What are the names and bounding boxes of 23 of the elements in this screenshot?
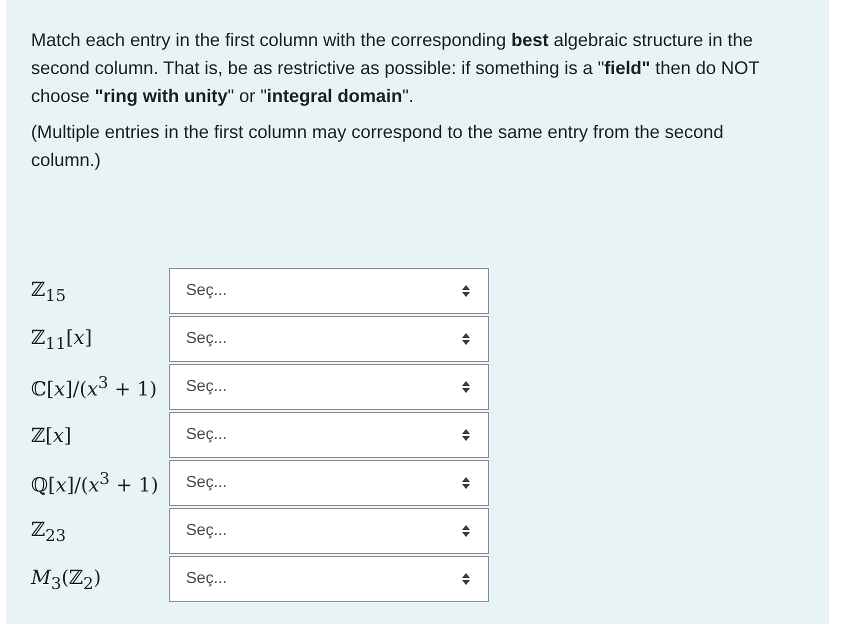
up-down-caret-icon [462,573,470,585]
up-down-caret-icon [462,381,470,393]
math-label: ℤ$_{11}$[x] [31,326,92,352]
instruction-text: (Multiple entries in the first column may correspond to the same entry from the second column.) [31,121,724,172]
math-label: ℂ[x]/(x$^{3}$ + 1) [31,373,158,401]
math-label: ℚ[x]/(x$^{3}$ + 1) [31,469,158,497]
up-down-caret-icon [462,333,470,345]
dropdown[interactable]: Seç... [169,508,489,554]
instruction-text: Match each entry in the first column with the corresponding best algebraic structure in the second column. That is, be as restrictive as possible: if something is a "field" then do NOT choose "ring with unity" or "integral domain". [31,29,760,108]
math-label: M$_{3}$(ℤ$_{2}$) [31,566,102,592]
dropdown[interactable]: Seç... [169,460,489,506]
dropdown[interactable]: Seç... [169,412,489,458]
math-label: ℤ[x] [31,424,72,446]
dropdown[interactable]: Seç... [169,556,489,602]
up-down-caret-icon [462,525,470,537]
dropdown[interactable]: Seç... [169,268,489,314]
dropdown[interactable]: Seç... [169,316,489,362]
dropdown[interactable]: Seç... [169,364,489,410]
math-label: ℤ$_{23}$ [31,518,66,544]
math-label: ℤ$_{15}$ [31,278,66,304]
up-down-caret-icon [462,285,470,297]
up-down-caret-icon [462,477,470,489]
up-down-caret-icon [462,429,470,441]
